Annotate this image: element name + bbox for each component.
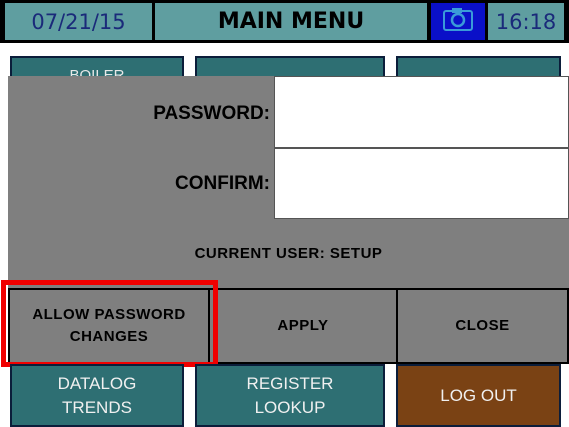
register-line2: LOOKUP <box>254 397 326 417</box>
datalog-line2: TRENDS <box>62 397 132 417</box>
header-bar: 07/21/15 MAIN MENU 16:18 <box>0 0 569 43</box>
current-user-label: CURRENT USER: SETUP <box>194 245 383 262</box>
register-lookup-button[interactable]: REGISTER LOOKUP <box>195 364 385 427</box>
time-display: 16:18 <box>488 3 564 40</box>
highlight-box <box>1 280 218 367</box>
page-title[interactable]: MAIN MENU <box>155 3 427 40</box>
date-display: 07/21/15 <box>5 3 152 40</box>
apply-button[interactable]: APPLY <box>208 288 398 364</box>
confirm-label: CONFIRM: <box>175 173 270 194</box>
close-button[interactable]: CLOSE <box>396 288 569 364</box>
password-field[interactable] <box>274 76 569 148</box>
camera-button[interactable] <box>431 3 485 40</box>
password-label: PASSWORD: <box>153 103 270 124</box>
register-line1: REGISTER <box>246 373 334 393</box>
logout-button[interactable]: LOG OUT <box>396 364 561 427</box>
datalog-trends-button[interactable]: DATALOG TRENDS <box>10 364 184 427</box>
confirm-field[interactable] <box>274 148 569 219</box>
datalog-line1: DATALOG <box>57 373 137 393</box>
camera-icon <box>443 6 473 37</box>
